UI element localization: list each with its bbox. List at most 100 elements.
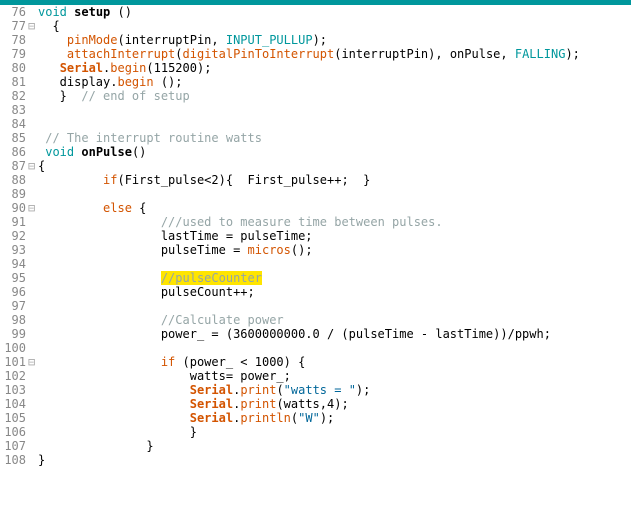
code-content[interactable]: if(First_pulse<2){ First_pulse++; } [38, 173, 631, 187]
code-content[interactable]: display.begin (); [38, 75, 631, 89]
fold-toggle[interactable]: ⊟ [28, 355, 38, 369]
code-line[interactable]: 101⊟ if (power_ < 1000) { [0, 355, 631, 369]
code-line[interactable]: 104 Serial.print(watts,4); [0, 397, 631, 411]
code-content[interactable]: pinMode(interruptPin, INPUT_PULLUP); [38, 33, 631, 47]
code-line[interactable]: 88 if(First_pulse<2){ First_pulse++; } [0, 173, 631, 187]
code-line[interactable]: 78 pinMode(interruptPin, INPUT_PULLUP); [0, 33, 631, 47]
line-number: 87 [0, 159, 28, 173]
code-line[interactable]: 91 ///used to measure time between pulse… [0, 215, 631, 229]
code-content[interactable]: { [38, 159, 631, 173]
fold-toggle [28, 131, 38, 145]
code-line[interactable]: 80 Serial.begin(115200); [0, 61, 631, 75]
code-line[interactable]: 83 [0, 103, 631, 117]
fold-toggle[interactable]: ⊟ [28, 19, 38, 33]
code-line[interactable]: 100 [0, 341, 631, 355]
code-line[interactable]: 96 pulseCount++; [0, 285, 631, 299]
code-line[interactable]: 106 } [0, 425, 631, 439]
fold-toggle[interactable]: ⊟ [28, 159, 38, 173]
fold-toggle [28, 5, 38, 19]
code-content[interactable]: //pulseCounter [38, 271, 631, 285]
code-content[interactable] [38, 187, 631, 201]
code-content[interactable]: { [38, 19, 631, 33]
code-content[interactable]: pulseCount++; [38, 285, 631, 299]
line-number: 93 [0, 243, 28, 257]
code-line[interactable]: 76void setup () [0, 5, 631, 19]
fold-toggle [28, 341, 38, 355]
code-content[interactable]: // The interrupt routine watts [38, 131, 631, 145]
code-line[interactable]: 92 lastTime = pulseTime; [0, 229, 631, 243]
fold-toggle [28, 285, 38, 299]
code-line[interactable]: 81 display.begin (); [0, 75, 631, 89]
fold-toggle [28, 47, 38, 61]
code-content[interactable] [38, 103, 631, 117]
code-line[interactable]: 86 void onPulse() [0, 145, 631, 159]
code-content[interactable]: void onPulse() [38, 145, 631, 159]
code-content[interactable] [38, 299, 631, 313]
code-content[interactable]: void setup () [38, 5, 631, 19]
code-content[interactable]: if (power_ < 1000) { [38, 355, 631, 369]
fold-toggle [28, 439, 38, 453]
code-line[interactable]: 98 //Calculate power [0, 313, 631, 327]
line-number: 89 [0, 187, 28, 201]
fold-toggle [28, 397, 38, 411]
fold-toggle [28, 299, 38, 313]
fold-toggle [28, 313, 38, 327]
code-content[interactable] [38, 341, 631, 355]
code-line[interactable]: 85 // The interrupt routine watts [0, 131, 631, 145]
code-line[interactable]: 84 [0, 117, 631, 131]
fold-toggle[interactable]: ⊟ [28, 201, 38, 215]
code-line[interactable]: 97 [0, 299, 631, 313]
fold-toggle [28, 453, 38, 467]
code-line[interactable]: 99 power_ = (3600000000.0 / (pulseTime -… [0, 327, 631, 341]
line-number: 97 [0, 299, 28, 313]
line-number: 106 [0, 425, 28, 439]
code-line[interactable]: 105 Serial.println("W"); [0, 411, 631, 425]
code-content[interactable]: } [38, 425, 631, 439]
line-number: 92 [0, 229, 28, 243]
fold-toggle [28, 229, 38, 243]
code-line[interactable]: 93 pulseTime = micros(); [0, 243, 631, 257]
line-number: 96 [0, 285, 28, 299]
line-number: 81 [0, 75, 28, 89]
code-line[interactable]: 102 watts= power_; [0, 369, 631, 383]
code-content[interactable]: pulseTime = micros(); [38, 243, 631, 257]
code-line[interactable]: 89 [0, 187, 631, 201]
code-content[interactable]: attachInterrupt(digitalPinToInterrupt(in… [38, 47, 631, 61]
code-content[interactable] [38, 257, 631, 271]
code-line[interactable]: 108} [0, 453, 631, 467]
code-line[interactable]: 82 } // end of setup [0, 89, 631, 103]
code-line[interactable]: 94 [0, 257, 631, 271]
code-content[interactable]: } [38, 439, 631, 453]
code-content[interactable]: Serial.print(watts,4); [38, 397, 631, 411]
code-line[interactable]: 79 attachInterrupt(digitalPinToInterrupt… [0, 47, 631, 61]
line-number: 77 [0, 19, 28, 33]
code-content[interactable]: else { [38, 201, 631, 215]
code-content[interactable]: watts= power_; [38, 369, 631, 383]
code-line[interactable]: 77⊟ { [0, 19, 631, 33]
fold-toggle [28, 187, 38, 201]
fold-toggle [28, 75, 38, 89]
fold-toggle [28, 103, 38, 117]
code-line[interactable]: 87⊟{ [0, 159, 631, 173]
code-content[interactable]: } // end of setup [38, 89, 631, 103]
code-line[interactable]: 107 } [0, 439, 631, 453]
fold-toggle [28, 89, 38, 103]
code-content[interactable]: //Calculate power [38, 313, 631, 327]
code-content[interactable]: ///used to measure time between pulses. [38, 215, 631, 229]
code-content[interactable]: Serial.println("W"); [38, 411, 631, 425]
code-line[interactable]: 90⊟ else { [0, 201, 631, 215]
code-editor[interactable]: 76void setup ()77⊟ {78 pinMode(interrupt… [0, 5, 631, 467]
code-content[interactable]: lastTime = pulseTime; [38, 229, 631, 243]
code-content[interactable]: } [38, 453, 631, 467]
code-content[interactable]: power_ = (3600000000.0 / (pulseTime - la… [38, 327, 631, 341]
code-content[interactable] [38, 117, 631, 131]
fold-toggle [28, 215, 38, 229]
code-line[interactable]: 103 Serial.print("watts = "); [0, 383, 631, 397]
line-number: 95 [0, 271, 28, 285]
fold-toggle [28, 117, 38, 131]
line-number: 101 [0, 355, 28, 369]
code-content[interactable]: Serial.print("watts = "); [38, 383, 631, 397]
code-line[interactable]: 95 //pulseCounter [0, 271, 631, 285]
fold-toggle [28, 33, 38, 47]
code-content[interactable]: Serial.begin(115200); [38, 61, 631, 75]
